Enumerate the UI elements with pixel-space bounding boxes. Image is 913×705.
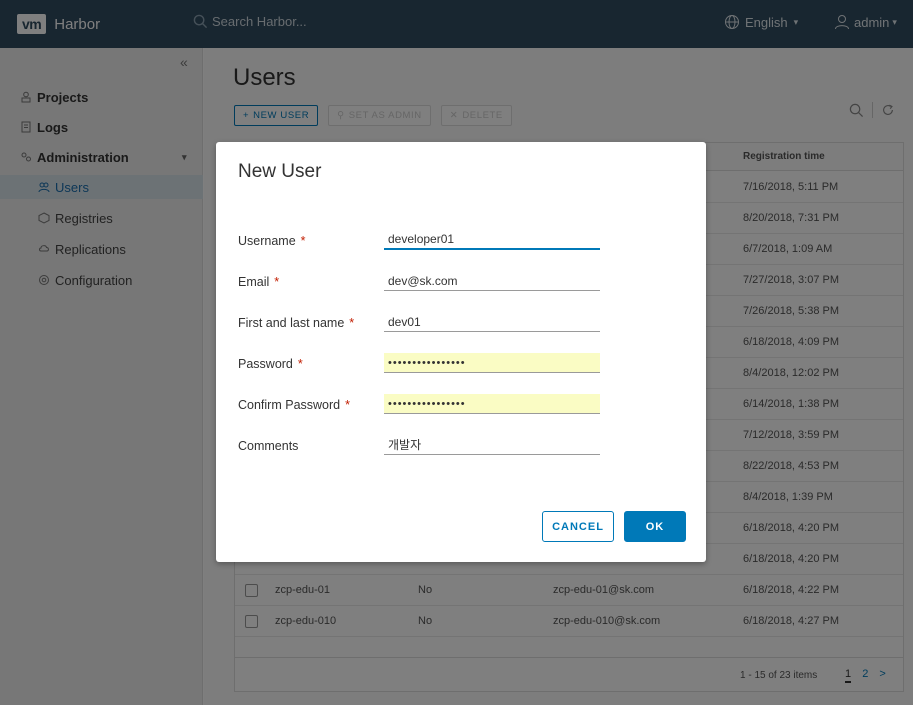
email-label: Email * (238, 275, 279, 289)
confirm-password-label: Confirm Password * (238, 398, 350, 412)
required-marker: * (297, 357, 303, 371)
required-marker: * (274, 275, 280, 289)
confirm-password-label-text: Confirm Password (238, 398, 341, 412)
password-label: Password * (238, 357, 303, 371)
username-label: Username * (238, 234, 306, 248)
username-label-text: Username (238, 234, 296, 248)
comments-label: Comments (238, 439, 298, 453)
email-input[interactable] (384, 271, 600, 291)
password-label-text: Password (238, 357, 293, 371)
required-marker: * (345, 398, 350, 412)
username-input[interactable] (384, 230, 600, 250)
fullname-label-text: First and last name (238, 316, 345, 330)
new-user-dialog: New User Username * Email * First and last… (216, 142, 706, 562)
cancel-button[interactable]: CANCEL (542, 511, 614, 542)
fullname-label: First and last name * (238, 316, 354, 330)
confirm-password-input[interactable] (384, 394, 600, 414)
required-marker: * (300, 234, 306, 248)
password-input[interactable] (384, 353, 600, 373)
fullname-input[interactable] (384, 312, 600, 332)
comments-input[interactable] (384, 435, 600, 455)
dialog-title: New User (238, 161, 322, 182)
ok-button[interactable]: OK (624, 511, 686, 542)
dialog-footer: CANCEL OK (542, 511, 686, 542)
required-marker: * (349, 316, 355, 330)
email-label-text: Email (238, 275, 270, 289)
comments-label-text: Comments (238, 439, 299, 453)
